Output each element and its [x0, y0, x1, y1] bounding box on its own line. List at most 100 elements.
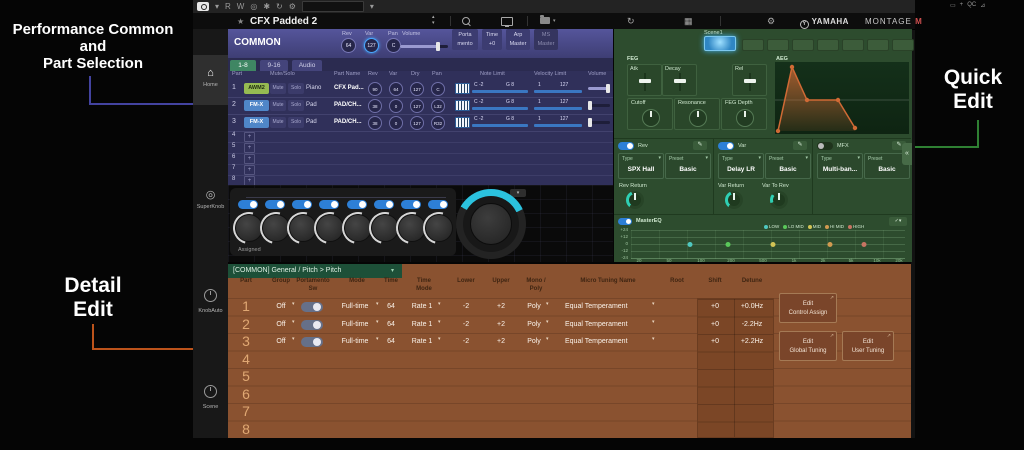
common-pan-knob[interactable]: C [386, 38, 401, 53]
feg-attack-slider[interactable]: Atk [627, 64, 662, 96]
part-name[interactable]: CFX Pad... [334, 85, 364, 91]
aeg-node[interactable] [805, 98, 809, 102]
note-limit-bar[interactable] [472, 107, 528, 110]
assign-switch-6[interactable] [374, 200, 394, 209]
feg-decay-slider[interactable]: Decay [662, 64, 697, 96]
volume-handle[interactable] [588, 118, 592, 127]
search-icon[interactable] [462, 17, 470, 25]
add-part-button[interactable]: + [244, 132, 255, 142]
time-value[interactable]: 64 [387, 321, 395, 328]
velocity-limit-bar[interactable] [534, 107, 582, 110]
micro-tuning-dropdown[interactable]: Equal Temperament [565, 303, 628, 310]
assignable-knob-4[interactable] [316, 214, 344, 242]
assign-switch-4[interactable] [319, 200, 339, 209]
record-icon[interactable]: ◎ [250, 3, 257, 11]
part-pan-knob[interactable]: C [431, 82, 445, 96]
time-mode-dropdown[interactable]: Rate 1 [412, 321, 433, 328]
keyboard-panel-icon[interactable]: ▦ [684, 16, 693, 27]
portamento-button[interactable]: Porta mento [452, 29, 478, 50]
rev-edit-button[interactable]: ✎ [693, 141, 707, 150]
edit-global-tuning-button[interactable]: ↗ Edit Global Tuning [779, 331, 837, 361]
eq-band-mid[interactable] [770, 242, 775, 247]
group-dropdown[interactable]: Off [276, 338, 285, 345]
shift-value[interactable]: +0 [711, 321, 719, 328]
solo-button[interactable]: Solo [288, 100, 304, 111]
panel-collapse-button[interactable]: « [902, 143, 912, 165]
mono-poly-dropdown[interactable]: Poly [527, 321, 541, 328]
velocity-limit-bar[interactable] [534, 90, 582, 93]
power-button[interactable] [197, 2, 209, 11]
add-part-button[interactable]: + [244, 143, 255, 153]
velocity-limit-low[interactable]: 1 [538, 116, 541, 122]
part-row-1[interactable]: 1 AWM2 Mute Solo Piano CFX Pad... 90 64 … [228, 80, 613, 98]
micro-tuning-dropdown[interactable]: Equal Temperament [565, 321, 628, 328]
portamento-switch[interactable] [301, 302, 323, 312]
assign-switch-7[interactable] [401, 200, 421, 209]
host-settings-icon[interactable]: ⚙ [289, 3, 296, 11]
bypass-icon[interactable]: ▾ [215, 3, 219, 11]
display-icon[interactable] [501, 17, 513, 26]
part-row-3[interactable]: 3 FM-X Mute Solo Pad PAD/CH... 38 0 127 … [228, 114, 613, 132]
eq-band-himid[interactable] [827, 242, 832, 247]
lower-value[interactable]: -2 [463, 303, 469, 310]
note-limit-low[interactable]: C -2 [474, 82, 483, 88]
solo-button[interactable]: Solo [288, 117, 304, 128]
common-var-knob[interactable]: 127 [364, 38, 379, 53]
assign-switch-5[interactable] [347, 200, 367, 209]
tab-audio[interactable]: Audio [292, 60, 322, 71]
time-mode-dropdown[interactable]: Rate 1 [412, 303, 433, 310]
feg-depth-knob-box[interactable]: FEG Depth [721, 98, 767, 130]
tray-qc-label[interactable]: QC [967, 2, 976, 9]
preset-name[interactable]: CFX Padded 2 [250, 16, 317, 27]
cutoff-knob-box[interactable]: Cutoff [627, 98, 673, 130]
read-automation-button[interactable]: R [225, 3, 231, 11]
sidebar-item-knobauto[interactable]: KnobAuto [193, 289, 228, 314]
part-var-knob[interactable]: 0 [389, 99, 403, 113]
assignable-knob-8[interactable] [425, 214, 453, 242]
var-edit-button[interactable]: ✎ [793, 141, 807, 150]
part-type-badge[interactable]: AWM2 [244, 83, 269, 94]
aeg-node[interactable] [836, 98, 840, 102]
mute-button[interactable]: Mute [270, 83, 286, 94]
assign-switch-1[interactable] [238, 200, 258, 209]
volume-handle[interactable] [588, 101, 592, 110]
velocity-limit-high[interactable]: 127 [560, 99, 568, 105]
part-volume-slider[interactable] [588, 104, 610, 107]
edit-control-assign-button[interactable]: ↗ Edit Control Assign [779, 293, 837, 323]
detail-edit-breadcrumb[interactable]: [COMMON] General / Pitch > Pitch ▾ [228, 264, 402, 278]
event-icon[interactable]: ✱ [263, 3, 270, 11]
mode-dropdown[interactable]: Full-time [342, 321, 369, 328]
cutoff-knob[interactable] [642, 109, 660, 127]
lower-value[interactable]: -2 [463, 338, 469, 345]
group-dropdown[interactable]: Off [276, 303, 285, 310]
scene-button-2[interactable] [742, 39, 764, 51]
tab-parts-9-16[interactable]: 9-16 [260, 60, 288, 71]
var-return-knob[interactable] [725, 191, 743, 209]
solo-button[interactable]: Solo [288, 83, 304, 94]
note-limit-high[interactable]: G 8 [506, 99, 514, 105]
eq-options-button[interactable]: ✓▾ [889, 217, 907, 226]
upper-value[interactable]: +2 [497, 338, 505, 345]
add-part-button[interactable]: + [244, 154, 255, 164]
mono-poly-dropdown[interactable]: Poly [527, 303, 541, 310]
mute-button[interactable]: Mute [270, 117, 286, 128]
part-dry-knob[interactable]: 127 [410, 116, 424, 130]
detune-value[interactable]: +2.2Hz [741, 338, 763, 345]
time-value[interactable]: 64 [387, 303, 395, 310]
var-toggle[interactable] [718, 142, 734, 150]
tray-plus-icon[interactable]: + [960, 2, 964, 9]
tray-corner-icon[interactable]: ⊿ [980, 2, 985, 9]
arp-master-button[interactable]: Arp Master [506, 29, 530, 50]
part-name[interactable]: PAD/CH... [334, 119, 362, 125]
refresh-icon[interactable]: ↻ [627, 16, 635, 27]
aeg-node[interactable] [853, 126, 857, 130]
note-limit-bar[interactable] [472, 124, 528, 127]
aeg-node[interactable] [776, 129, 780, 133]
edit-user-tuning-button[interactable]: ↗ Edit User Tuning [842, 331, 894, 361]
var-preset-dropdown[interactable]: Preset ▾ Basic [765, 153, 811, 179]
note-limit-low[interactable]: C -2 [474, 116, 483, 122]
upper-value[interactable]: +2 [497, 321, 505, 328]
feg-depth-knob[interactable] [736, 109, 754, 127]
part-type-badge[interactable]: FM-X [244, 100, 269, 111]
scene-button-1[interactable] [704, 36, 736, 51]
